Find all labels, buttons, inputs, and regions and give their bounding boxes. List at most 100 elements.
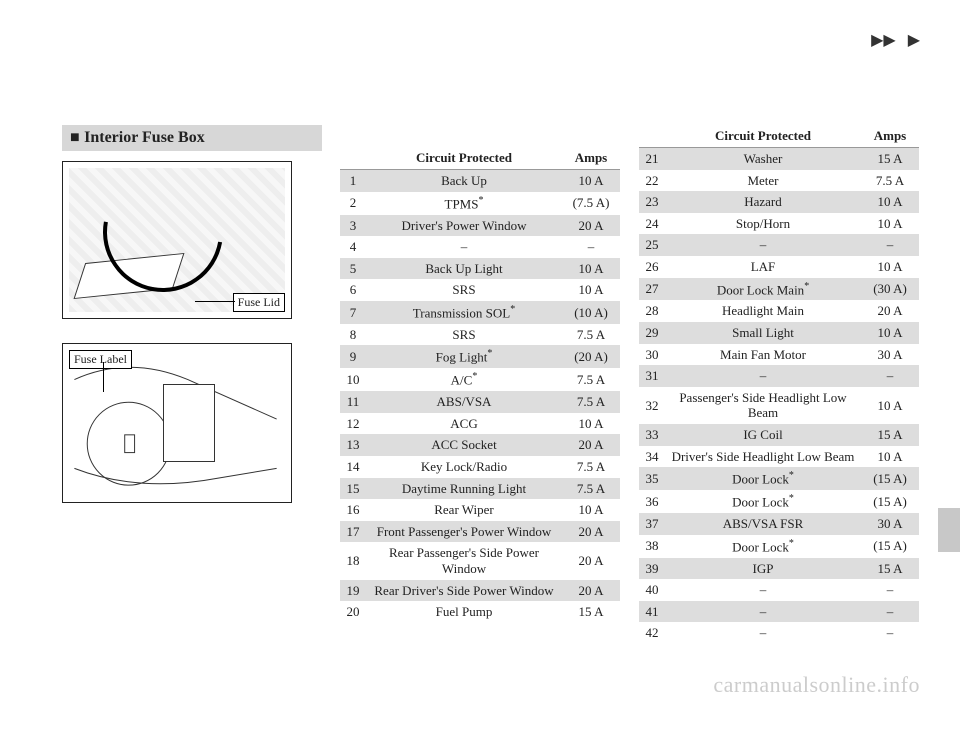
fuse-number: 30 bbox=[639, 344, 665, 366]
fuse-number: 31 bbox=[639, 365, 665, 387]
callout-fuse-lid: Fuse Lid bbox=[233, 293, 285, 312]
fuse-amps: 20 A bbox=[562, 521, 620, 543]
callout-leader-line bbox=[195, 301, 235, 302]
fuse-circuit: – bbox=[665, 601, 861, 623]
fuse-number: 32 bbox=[639, 387, 665, 424]
fuse-amps: 7.5 A bbox=[562, 456, 620, 478]
fuse-number: 26 bbox=[639, 256, 665, 278]
table-row: 28Headlight Main20 A bbox=[639, 300, 919, 322]
fuse-circuit: Rear Driver's Side Power Window bbox=[366, 580, 562, 602]
fuse-number: 38 bbox=[639, 535, 665, 558]
fuse-amps: 20 A bbox=[562, 215, 620, 237]
fuse-amps: 20 A bbox=[861, 300, 919, 322]
fuse-amps: – bbox=[861, 234, 919, 256]
table-row: 33IG Coil15 A bbox=[639, 424, 919, 446]
table-row: 22Meter7.5 A bbox=[639, 170, 919, 192]
fuse-number: 41 bbox=[639, 601, 665, 623]
fuse-number: 14 bbox=[340, 456, 366, 478]
fuse-amps: – bbox=[861, 579, 919, 601]
table-row: 41–– bbox=[639, 601, 919, 623]
fast-forward-icon: ▶▶ bbox=[871, 30, 896, 50]
table-row: 36Door Lock*(15 A) bbox=[639, 490, 919, 513]
fuse-amps: – bbox=[861, 601, 919, 623]
diagram-fuse-label: Fuse Label bbox=[62, 343, 292, 503]
fuse-number: 16 bbox=[340, 499, 366, 521]
fuse-circuit: A/C* bbox=[366, 368, 562, 391]
fuse-number: 40 bbox=[639, 579, 665, 601]
col-num-header bbox=[340, 147, 366, 170]
table-row: 23Hazard10 A bbox=[639, 191, 919, 213]
fuse-number: 34 bbox=[639, 446, 665, 468]
fuse-circuit: Meter bbox=[665, 170, 861, 192]
fuse-amps: 15 A bbox=[861, 148, 919, 170]
fuse-circuit: IG Coil bbox=[665, 424, 861, 446]
fuse-number: 4 bbox=[340, 236, 366, 258]
fuse-number: 1 bbox=[340, 170, 366, 192]
fuse-circuit: – bbox=[665, 579, 861, 601]
table-row: 25–– bbox=[639, 234, 919, 256]
fuse-circuit: – bbox=[665, 622, 861, 644]
fuse-amps: 15 A bbox=[562, 601, 620, 623]
table-row: 11ABS/VSA7.5 A bbox=[340, 391, 620, 413]
fuse-amps: 10 A bbox=[562, 170, 620, 192]
table-row: 10A/C*7.5 A bbox=[340, 368, 620, 391]
fuse-number: 3 bbox=[340, 215, 366, 237]
fuse-number: 33 bbox=[639, 424, 665, 446]
fuse-amps: 7.5 A bbox=[861, 170, 919, 192]
table-row: 3Driver's Power Window20 A bbox=[340, 215, 620, 237]
square-bullet-icon: ■ bbox=[70, 129, 84, 146]
section-heading: ■ Interior Fuse Box bbox=[62, 125, 322, 151]
fuse-circuit: Key Lock/Radio bbox=[366, 456, 562, 478]
fuse-circuit: Door Lock* bbox=[665, 467, 861, 490]
diagram-fuse-lid: Fuse Lid bbox=[62, 161, 292, 319]
fuse-circuit: ABS/VSA FSR bbox=[665, 513, 861, 535]
table-row: 31–– bbox=[639, 365, 919, 387]
callout-fuse-lid-text: Fuse Lid bbox=[238, 295, 280, 309]
fuse-amps: (7.5 A) bbox=[562, 192, 620, 215]
fuse-circuit: Door Lock* bbox=[665, 490, 861, 513]
table-row: 40–– bbox=[639, 579, 919, 601]
fuse-number: 39 bbox=[639, 558, 665, 580]
fuse-circuit: – bbox=[665, 234, 861, 256]
fuse-amps: (15 A) bbox=[861, 490, 919, 513]
col-amps-header: Amps bbox=[562, 147, 620, 170]
table-row: 30Main Fan Motor30 A bbox=[639, 344, 919, 366]
fuse-amps: 20 A bbox=[562, 580, 620, 602]
fuse-number: 25 bbox=[639, 234, 665, 256]
table-row: 34Driver's Side Headlight Low Beam10 A bbox=[639, 446, 919, 468]
fuse-number: 9 bbox=[340, 345, 366, 368]
fuse-circuit: Washer bbox=[665, 148, 861, 170]
fuse-number: 7 bbox=[340, 301, 366, 324]
fuse-circuit: TPMS* bbox=[366, 192, 562, 215]
table-row: 17Front Passenger's Power Window20 A bbox=[340, 521, 620, 543]
callout-fuse-label: Fuse Label bbox=[69, 350, 132, 369]
fuse-circuit: Driver's Power Window bbox=[366, 215, 562, 237]
fuse-amps: (15 A) bbox=[861, 535, 919, 558]
fuse-number: 42 bbox=[639, 622, 665, 644]
fuse-amps: 30 A bbox=[861, 513, 919, 535]
fuse-number: 22 bbox=[639, 170, 665, 192]
table-row: 2TPMS*(7.5 A) bbox=[340, 192, 620, 215]
fuse-circuit: Daytime Running Light bbox=[366, 478, 562, 500]
fuse-circuit: – bbox=[665, 365, 861, 387]
fuse-circuit: Small Light bbox=[665, 322, 861, 344]
table-row: 18Rear Passenger's Side Power Window20 A bbox=[340, 542, 620, 579]
fuse-amps: – bbox=[861, 622, 919, 644]
fuse-circuit: ABS/VSA bbox=[366, 391, 562, 413]
table-row: 5Back Up Light10 A bbox=[340, 258, 620, 280]
fuse-amps: 10 A bbox=[562, 413, 620, 435]
fuse-amps: 10 A bbox=[861, 322, 919, 344]
fuse-amps: – bbox=[562, 236, 620, 258]
fuse-circuit: Headlight Main bbox=[665, 300, 861, 322]
col-circuit-header-r: Circuit Protected bbox=[665, 125, 861, 148]
fuse-circuit: SRS bbox=[366, 324, 562, 346]
fuse-circuit: Passenger's Side Headlight Low Beam bbox=[665, 387, 861, 424]
table-row: 9Fog Light*(20 A) bbox=[340, 345, 620, 368]
table-row: 8SRS7.5 A bbox=[340, 324, 620, 346]
table-row: 20Fuel Pump15 A bbox=[340, 601, 620, 623]
fuse-circuit: Fuel Pump bbox=[366, 601, 562, 623]
fuse-number: 18 bbox=[340, 542, 366, 579]
diagram2-label-rect bbox=[163, 384, 215, 462]
fuse-amps: 15 A bbox=[861, 558, 919, 580]
fuse-circuit: Back Up bbox=[366, 170, 562, 192]
